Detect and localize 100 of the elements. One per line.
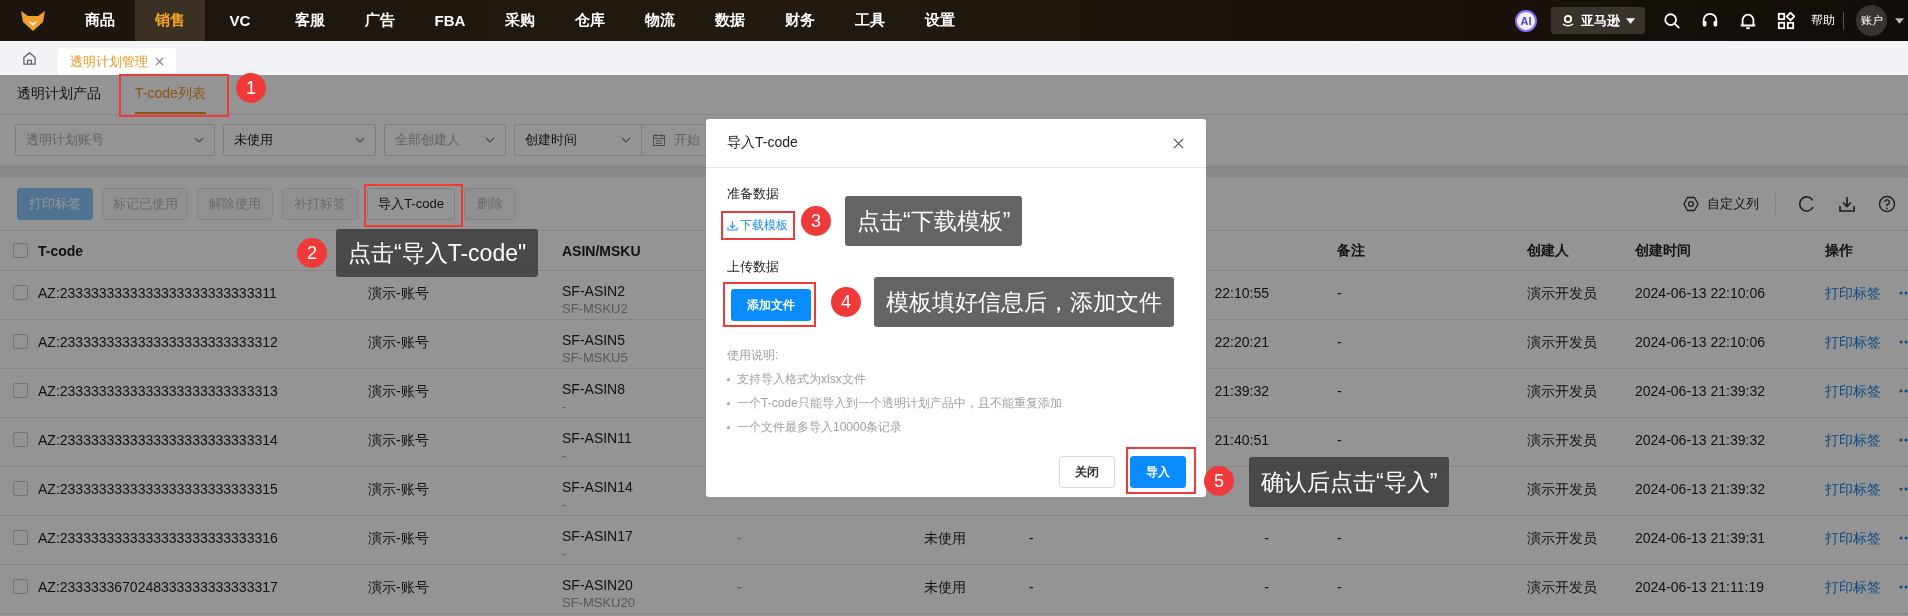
help-link[interactable]: 帮助 bbox=[1811, 12, 1835, 29]
table-cell: 演示-账号 bbox=[368, 579, 429, 597]
note-text: 一个文件最多导入10000条记录 bbox=[737, 419, 903, 436]
filter-select[interactable]: 未使用 bbox=[223, 124, 376, 156]
account-avatar[interactable]: 账户 bbox=[1856, 5, 1887, 36]
table-cell: SF-ASIN11 bbox=[562, 430, 632, 446]
callout-tooltip: 确认后点击“导入” bbox=[1249, 457, 1450, 507]
nav-item[interactable]: 工具 bbox=[835, 0, 905, 41]
table-cell: 演示开发员 bbox=[1527, 481, 1597, 499]
nav-item[interactable]: 仓库 bbox=[555, 0, 625, 41]
table-cell: 演示-账号 bbox=[368, 530, 429, 548]
chevron-down-icon bbox=[194, 137, 204, 143]
table-cell: - bbox=[562, 546, 567, 561]
step-number-badge: 5 bbox=[1204, 466, 1234, 496]
nav-item[interactable]: 财务 bbox=[765, 0, 835, 41]
table-cell: SF-ASIN8 bbox=[562, 381, 625, 397]
table-cell: 2024-06-13 21:39:32 bbox=[1635, 383, 1765, 399]
table-cell: 2024-06-13 21:39:31 bbox=[1635, 530, 1765, 546]
step-number-badge: 2 bbox=[297, 238, 327, 268]
table-cell: 21:40:51 bbox=[1214, 432, 1269, 448]
calendar-icon bbox=[652, 133, 666, 147]
table-cell: SF-ASIN2 bbox=[562, 283, 625, 299]
nav-item[interactable]: 设置 bbox=[905, 0, 975, 41]
nav-item[interactable]: FBA bbox=[415, 0, 485, 41]
table-cell: - bbox=[1337, 432, 1342, 448]
table-cell: 演示开发员 bbox=[1527, 285, 1597, 303]
caret-icon bbox=[1626, 17, 1635, 24]
table-cell: - bbox=[1337, 383, 1342, 399]
checkbox[interactable] bbox=[13, 285, 28, 300]
dialog-button[interactable]: 导入 bbox=[1130, 456, 1186, 488]
bell-icon[interactable] bbox=[1739, 11, 1757, 30]
bullet-icon bbox=[727, 402, 730, 405]
table-cell: 演示开发员 bbox=[1527, 530, 1597, 548]
section-label: 准备数据 bbox=[727, 185, 779, 203]
checkbox[interactable] bbox=[13, 481, 28, 496]
table-cell: - bbox=[1264, 579, 1269, 595]
sub-tab[interactable]: 透明计划产品 bbox=[17, 75, 101, 114]
checkbox[interactable] bbox=[13, 530, 28, 545]
add-file-button[interactable]: 添加文件 bbox=[731, 289, 811, 321]
dialog-title: 导入T-code bbox=[727, 134, 798, 152]
table-cell: AZ:2333333333333333333333333316 bbox=[38, 530, 278, 546]
table-cell: - bbox=[562, 399, 567, 414]
dialog-button[interactable]: 关闭 bbox=[1059, 456, 1115, 488]
nav-item[interactable]: VC bbox=[205, 0, 275, 41]
table-cell: 演示开发员 bbox=[1527, 579, 1597, 597]
nav-item[interactable]: 商品 bbox=[65, 0, 135, 41]
callout-tooltip: 点击“下载模板” bbox=[845, 196, 1023, 246]
table-cell: SF-MSKU5 bbox=[562, 350, 628, 365]
chevron-down-icon bbox=[355, 137, 365, 143]
bullet-icon bbox=[727, 378, 730, 381]
table-cell: AZ:2333333333333333333333333315 bbox=[38, 481, 278, 497]
checkbox[interactable] bbox=[13, 432, 28, 447]
step-number-badge: 1 bbox=[236, 73, 266, 103]
nav-item[interactable]: 销售 bbox=[135, 0, 205, 41]
marketplace-dropdown[interactable]: 亚马逊 bbox=[1551, 7, 1645, 34]
home-icon[interactable] bbox=[22, 51, 37, 66]
table-cell: - bbox=[737, 530, 742, 546]
table-cell: 演示开发员 bbox=[1527, 334, 1597, 352]
table-cell: SF-ASIN14 bbox=[562, 479, 633, 495]
close-icon[interactable] bbox=[155, 57, 164, 66]
checkbox[interactable] bbox=[13, 243, 28, 258]
caret-icon[interactable] bbox=[1895, 17, 1904, 24]
checkbox[interactable] bbox=[13, 334, 28, 349]
nav-item[interactable]: 数据 bbox=[695, 0, 765, 41]
table-cell: SF-MSKU20 bbox=[562, 595, 635, 610]
apps-icon[interactable] bbox=[1777, 11, 1795, 30]
table-cell: 2024-06-13 21:39:32 bbox=[1635, 481, 1765, 497]
nav-item[interactable]: 客服 bbox=[275, 0, 345, 41]
toolbar-button[interactable]: 导入T-code bbox=[367, 188, 455, 220]
checkbox[interactable] bbox=[13, 579, 28, 594]
table-cell: AZ:2333333333333333333333333311 bbox=[38, 285, 277, 301]
filter-select[interactable]: 创建时间 bbox=[514, 124, 642, 156]
checkbox[interactable] bbox=[13, 383, 28, 398]
refresh-icon[interactable] bbox=[1798, 195, 1816, 213]
nav-item[interactable]: 采购 bbox=[485, 0, 555, 41]
column-header: ASIN/MSKU bbox=[562, 242, 641, 259]
table-cell: 演示开发员 bbox=[1527, 432, 1597, 450]
download-icon bbox=[727, 220, 738, 231]
table-cell: AZ:2333333333333333333333333312 bbox=[38, 334, 278, 350]
column-header: T-code bbox=[38, 242, 84, 259]
search-icon[interactable] bbox=[1663, 11, 1681, 30]
close-icon[interactable] bbox=[1173, 137, 1184, 149]
nav-item[interactable]: 广告 bbox=[345, 0, 415, 41]
highlight-frame bbox=[1126, 447, 1196, 494]
table-cell: 未使用 bbox=[924, 530, 966, 548]
chevron-down-icon bbox=[485, 137, 495, 143]
download-icon[interactable] bbox=[1838, 195, 1856, 213]
table-cell: 2024-06-13 21:11:19 bbox=[1635, 579, 1764, 595]
ai-badge[interactable]: AI bbox=[1515, 9, 1537, 32]
customize-columns-button[interactable]: 自定义列 bbox=[1683, 195, 1759, 213]
download-template-link[interactable]: 下载模板 bbox=[727, 217, 788, 234]
nav-item[interactable]: 物流 bbox=[625, 0, 695, 41]
table-cell: AZ:2333333333333333333333333313 bbox=[38, 383, 278, 399]
help-icon[interactable] bbox=[1878, 195, 1896, 213]
column-header: 创建人 bbox=[1527, 241, 1569, 260]
hexagon-settings-icon bbox=[1683, 196, 1699, 212]
callout-tooltip: 点击“导入T-code" bbox=[336, 229, 539, 277]
table-cell: 演示开发员 bbox=[1527, 383, 1597, 401]
section-label: 上传数据 bbox=[727, 258, 779, 276]
table-cell: 演示-账号 bbox=[368, 334, 429, 352]
